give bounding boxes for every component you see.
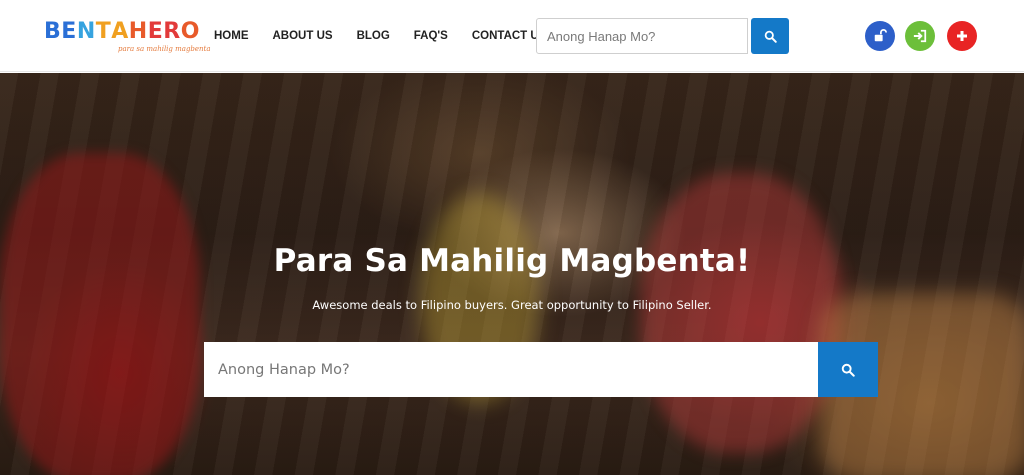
hero-title: Para Sa Mahilig Magbenta! bbox=[273, 243, 751, 279]
hero-figure-left bbox=[0, 153, 200, 475]
nav-home[interactable]: HOME bbox=[214, 28, 249, 44]
hero-search-button[interactable] bbox=[818, 342, 878, 397]
header-search-input[interactable] bbox=[536, 18, 748, 54]
main-nav: HOME ABOUT US BLOG FAQ'S CONTACT US bbox=[214, 28, 570, 44]
logo[interactable]: BENTAHERO para sa mahilig magbenta bbox=[44, 19, 211, 58]
nav-blog[interactable]: BLOG bbox=[357, 28, 390, 44]
header-search-button[interactable] bbox=[751, 18, 789, 54]
unlock-icon bbox=[874, 29, 887, 42]
add-listing-button[interactable] bbox=[947, 21, 977, 51]
nav-faqs[interactable]: FAQ'S bbox=[414, 28, 448, 44]
nav-about-us[interactable]: ABOUT US bbox=[273, 28, 333, 44]
hero-search-input[interactable] bbox=[204, 342, 818, 397]
sign-in-icon bbox=[913, 29, 927, 43]
hero-subtitle: Awesome deals to Filipino buyers. Great … bbox=[312, 298, 712, 312]
unlock-button[interactable] bbox=[865, 21, 895, 51]
logo-tagline: para sa mahilig magbenta bbox=[118, 45, 211, 53]
plus-icon bbox=[957, 31, 967, 41]
hero-figure-right bbox=[640, 173, 840, 453]
search-icon bbox=[841, 363, 855, 377]
hero-banner: Para Sa Mahilig Magbenta! Awesome deals … bbox=[0, 73, 1024, 475]
site-header: BENTAHERO para sa mahilig magbenta HOME … bbox=[0, 0, 1024, 72]
login-button[interactable] bbox=[905, 21, 935, 51]
logo-wordmark: BENTAHERO bbox=[44, 19, 200, 44]
search-icon bbox=[764, 30, 777, 43]
